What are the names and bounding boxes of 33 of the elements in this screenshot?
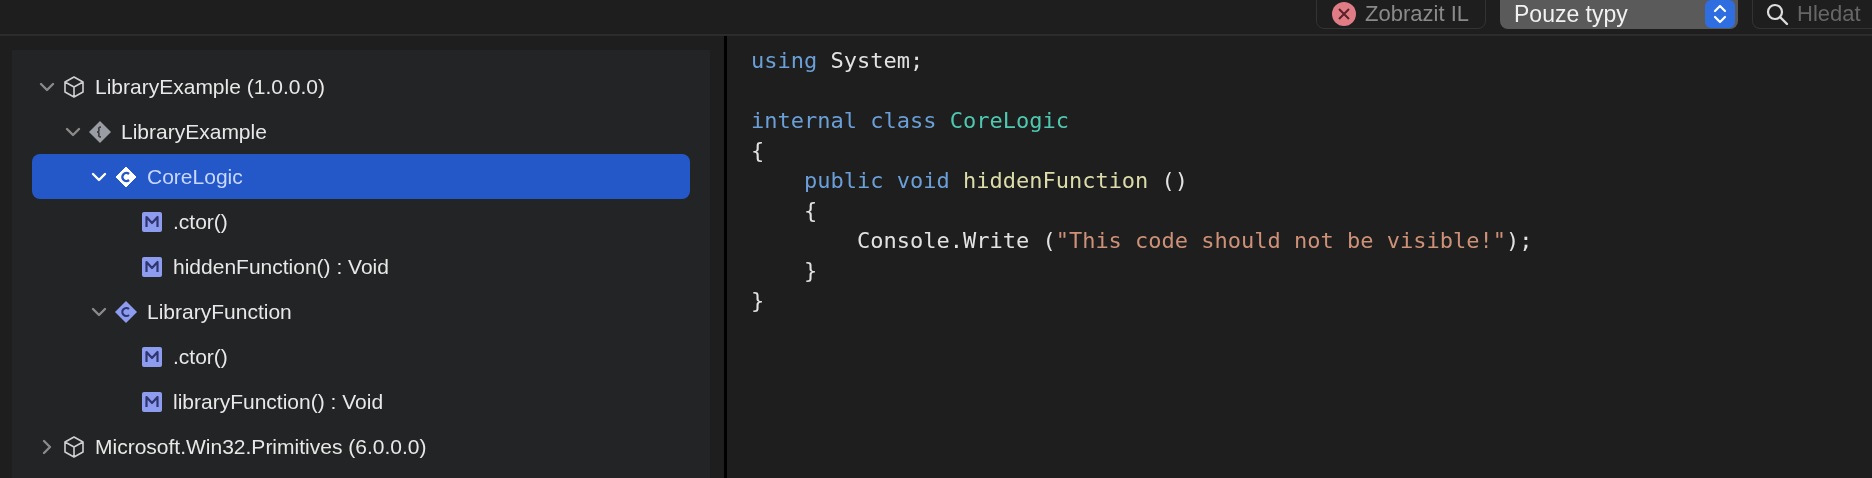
code-line: { bbox=[751, 138, 765, 163]
code-line: } bbox=[802, 258, 818, 283]
code-line: using System; bbox=[751, 48, 924, 73]
tree-item[interactable]: CoreLogic bbox=[32, 154, 690, 199]
code-line: Console.Write ("This code should not be visible!"); bbox=[855, 228, 1533, 253]
cube-icon bbox=[62, 74, 86, 99]
method-icon bbox=[140, 344, 164, 369]
stepper-icon bbox=[1712, 3, 1728, 25]
tree-item[interactable]: .ctor() bbox=[32, 334, 690, 379]
code-line: internal class CoreLogic bbox=[751, 108, 1069, 133]
show-il-button[interactable]: Zobrazit IL bbox=[1316, 0, 1486, 29]
tree-item[interactable]: .ctor() bbox=[32, 199, 690, 244]
search-icon bbox=[1765, 2, 1789, 26]
code-line: public void hiddenFunction () bbox=[802, 168, 1189, 193]
tree-item[interactable]: LibraryExample bbox=[32, 109, 690, 154]
tree-item[interactable]: Microsoft.Win32.Primitives (6.0.0.0) bbox=[32, 424, 690, 469]
tree-item[interactable]: hiddenFunction() : Void bbox=[32, 244, 690, 289]
close-icon bbox=[1331, 1, 1358, 27]
search-input[interactable]: Hledat bbox=[1797, 1, 1867, 27]
code-line: } bbox=[751, 288, 765, 313]
method-icon bbox=[140, 209, 164, 234]
method-icon bbox=[140, 389, 164, 414]
method-icon bbox=[140, 254, 164, 279]
search-field[interactable]: Hledat bbox=[1752, 0, 1872, 29]
cube-icon bbox=[62, 434, 86, 459]
tree-item[interactable]: LibraryFunction bbox=[32, 289, 690, 334]
tree-item[interactable]: libraryFunction() : Void bbox=[32, 379, 690, 424]
namespace-icon bbox=[88, 119, 112, 144]
class-icon bbox=[114, 164, 138, 189]
class-icon bbox=[114, 299, 138, 324]
code-line: { bbox=[802, 198, 818, 223]
view-dropdown[interactable]: Pouze typy bbox=[1500, 0, 1738, 29]
tree-item[interactable]: LibraryExample (1.0.0.0) bbox=[32, 64, 690, 109]
